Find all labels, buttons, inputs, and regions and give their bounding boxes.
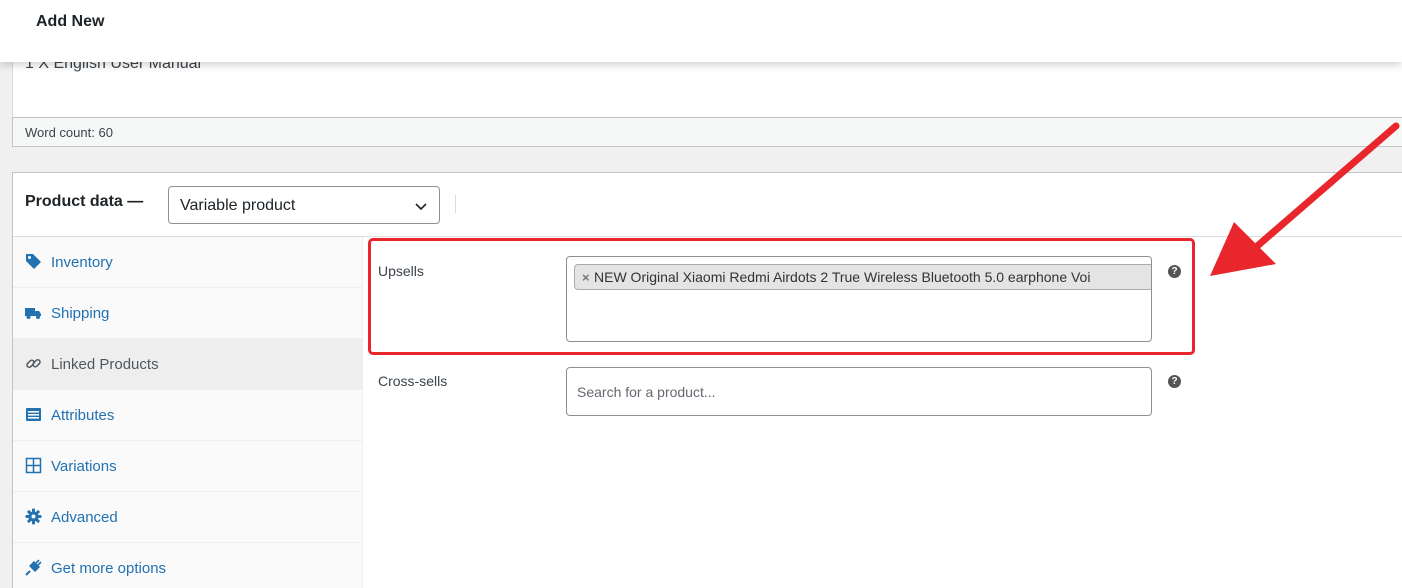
gear-icon	[25, 508, 42, 525]
product-data-header: Product data — Variable product	[13, 173, 1402, 237]
tab-attributes[interactable]: Attributes	[13, 390, 363, 441]
page-title: Add New	[36, 13, 105, 30]
tab-label: Variations	[51, 458, 117, 475]
tab-variations[interactable]: Variations	[13, 441, 363, 492]
product-type-select[interactable]: Variable product	[168, 186, 440, 224]
product-data-tabs: Inventory Shipping Linked Products Attri…	[13, 237, 363, 588]
top-bar: Add New	[0, 0, 1402, 62]
tab-label: Inventory	[51, 254, 113, 271]
chevron-down-icon	[415, 203, 427, 211]
truck-icon	[25, 308, 41, 319]
selected-product-name: NEW Original Xiaomi Redmi Airdots 2 True…	[594, 269, 1091, 285]
tab-label: Linked Products	[51, 356, 159, 373]
help-icon[interactable]: ?	[1168, 265, 1181, 278]
upsells-label: Upsells	[378, 263, 424, 279]
product-type-value: Variable product	[180, 197, 296, 214]
tab-advanced[interactable]: Advanced	[13, 492, 363, 543]
tab-get-more-options[interactable]: Get more options	[13, 543, 363, 588]
plug-icon	[25, 559, 42, 576]
selected-product-chip: × NEW Original Xiaomi Redmi Airdots 2 Tr…	[574, 264, 1151, 290]
editor-status-bar: Word count: 60	[12, 117, 1402, 147]
link-icon	[26, 358, 41, 369]
tab-label: Get more options	[51, 560, 167, 577]
tab-label: Shipping	[51, 305, 110, 322]
tab-label: Attributes	[51, 407, 115, 424]
tab-inventory[interactable]: Inventory	[13, 237, 363, 288]
upsells-select[interactable]: × NEW Original Xiaomi Redmi Airdots 2 Tr…	[566, 256, 1152, 342]
product-data-panel: Product data — Variable product Inventor…	[12, 172, 1402, 588]
word-count: Word count: 60	[25, 125, 113, 140]
tab-label: Advanced	[51, 509, 118, 526]
product-data-label: Product data —	[25, 193, 144, 210]
crosssells-search-input[interactable]	[566, 367, 1152, 416]
help-icon[interactable]: ?	[1168, 375, 1181, 388]
grid-icon	[25, 457, 42, 474]
tab-shipping[interactable]: Shipping	[13, 288, 363, 339]
tab-linked-products[interactable]: Linked Products	[13, 339, 363, 390]
list-icon	[26, 408, 41, 421]
header-divider	[455, 195, 456, 213]
tag-icon	[26, 254, 41, 269]
crosssells-label: Cross-sells	[378, 373, 448, 389]
remove-chip-button[interactable]: ×	[582, 270, 590, 285]
